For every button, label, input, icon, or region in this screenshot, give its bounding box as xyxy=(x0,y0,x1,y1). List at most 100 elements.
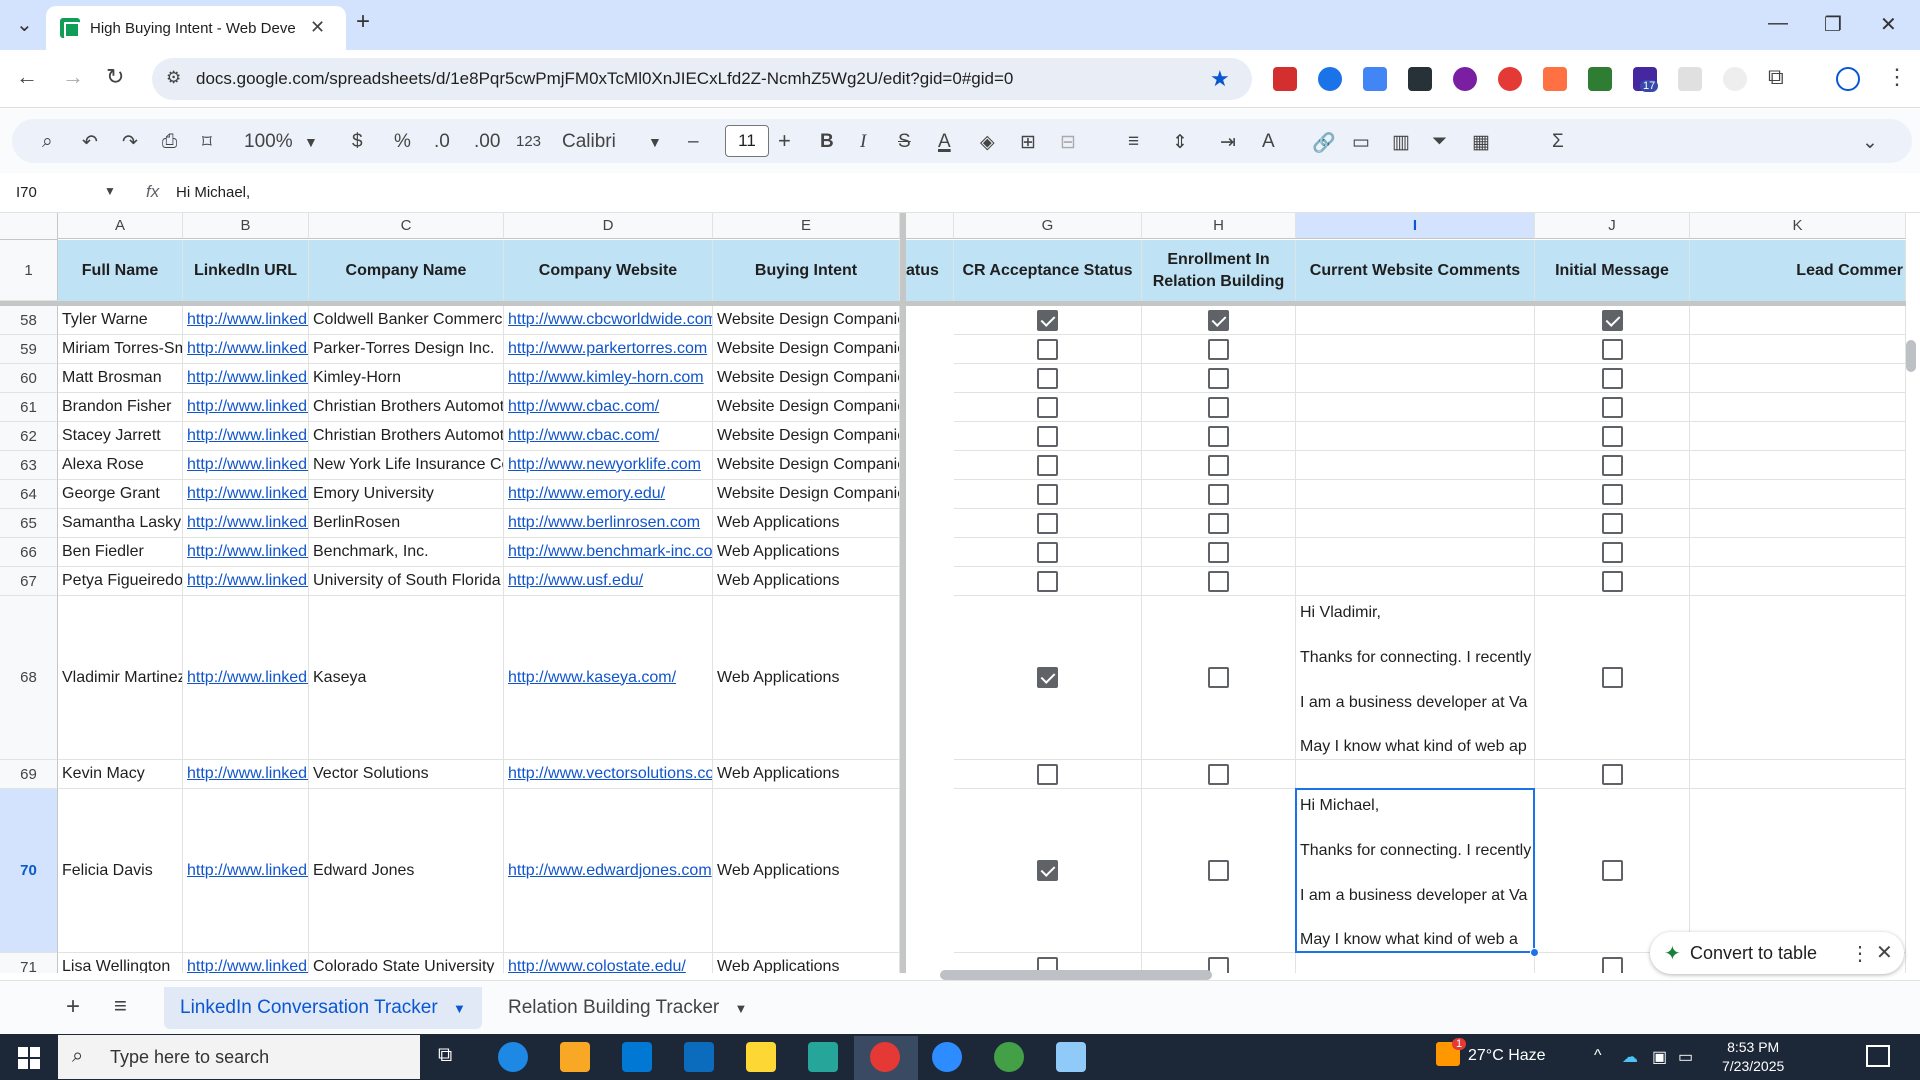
cell-company-website[interactable]: http://www.kimley-horn.com xyxy=(504,364,713,393)
cell-buying-intent[interactable]: Website Design Companies xyxy=(713,451,900,480)
checkbox[interactable] xyxy=(1037,396,1058,418)
new-tab-icon[interactable]: + xyxy=(356,8,370,36)
cell-h[interactable] xyxy=(1142,567,1296,596)
cell-g[interactable] xyxy=(954,789,1142,953)
insert-comment-icon[interactable]: ▭ xyxy=(1352,131,1370,154)
checkbox[interactable] xyxy=(1208,367,1229,389)
more-formats-button[interactable]: 123 xyxy=(516,133,541,150)
row-header-63[interactable]: 63 xyxy=(0,451,58,480)
checkbox[interactable] xyxy=(1208,454,1229,476)
formula-input[interactable]: Hi Michael, xyxy=(176,184,250,201)
notepad-icon[interactable] xyxy=(1056,1042,1086,1072)
extensions-puzzle-icon[interactable]: ⧉ xyxy=(1768,64,1784,90)
strikethrough-button[interactable]: S xyxy=(898,131,911,153)
checkbox[interactable] xyxy=(1601,667,1623,688)
cell-current-website-comments[interactable]: Hi Vladimir, Thanks for connecting. I re… xyxy=(1296,596,1535,760)
cell-g[interactable] xyxy=(954,760,1142,789)
cell-linkedin-url[interactable]: http://www.linkedin.com xyxy=(183,509,309,538)
cell-current-website-comments[interactable] xyxy=(1296,509,1535,538)
checkbox[interactable] xyxy=(1601,396,1623,418)
cell-j[interactable] xyxy=(1535,596,1690,760)
column-header-i[interactable]: I xyxy=(1296,213,1535,239)
onedrive-icon[interactable]: ☁ xyxy=(1622,1047,1638,1067)
checkbox[interactable] xyxy=(1601,860,1623,881)
cell-company-name[interactable]: Benchmark, Inc. xyxy=(309,538,504,567)
cell-company-website[interactable]: http://www.cbac.com/ xyxy=(504,422,713,451)
cell-j[interactable] xyxy=(1535,451,1690,480)
checkbox[interactable] xyxy=(1208,667,1229,688)
row-header-1[interactable]: 1 xyxy=(0,240,58,301)
chrome-icon[interactable] xyxy=(870,1042,900,1072)
camera-extension-icon[interactable] xyxy=(1408,67,1432,91)
zoom-chevron-down-icon[interactable]: ▼ xyxy=(304,134,318,150)
row-header-66[interactable]: 66 xyxy=(0,538,58,567)
cell-h[interactable] xyxy=(1142,538,1296,567)
checkbox[interactable] xyxy=(1208,860,1229,881)
cell-h[interactable] xyxy=(1142,364,1296,393)
checkbox[interactable] xyxy=(1601,425,1623,447)
insert-link-icon[interactable]: 🔗 xyxy=(1312,131,1336,155)
close-window-icon[interactable]: ✕ xyxy=(1880,12,1897,37)
cell-h[interactable] xyxy=(1142,335,1296,364)
column-header-d[interactable]: D xyxy=(504,213,713,239)
cell-h[interactable] xyxy=(1142,393,1296,422)
cell-g[interactable] xyxy=(954,364,1142,393)
horizontal-align-icon[interactable]: ≡ xyxy=(1128,131,1139,153)
cell-linkedin-url[interactable]: http://www.linkedin.com xyxy=(183,760,309,789)
column-header-j[interactable]: J xyxy=(1535,213,1690,239)
cell-full-name[interactable]: Lisa Wellington xyxy=(58,953,183,973)
cell-h[interactable] xyxy=(1142,789,1296,953)
cell-current-website-comments[interactable] xyxy=(1296,567,1535,596)
browser-menu-icon[interactable]: ⋮ xyxy=(1886,64,1908,90)
cell-company-website[interactable]: http://www.vectorsolutions.com xyxy=(504,760,713,789)
checkbox-checked[interactable] xyxy=(1037,860,1058,881)
name-box[interactable]: I70 xyxy=(16,184,37,201)
battery-icon[interactable]: ▭ xyxy=(1678,1047,1693,1067)
cell-company-website[interactable]: http://www.cbac.com/ xyxy=(504,393,713,422)
cell-full-name[interactable]: Brandon Fisher xyxy=(58,393,183,422)
pokeball-extension-icon[interactable] xyxy=(1498,67,1522,91)
checkbox[interactable] xyxy=(1601,338,1623,360)
column-header-b[interactable]: B xyxy=(183,213,309,239)
cell-h[interactable] xyxy=(1142,760,1296,789)
cell-lead-comments[interactable] xyxy=(1690,422,1906,451)
checkbox-checked[interactable] xyxy=(1037,667,1058,688)
cell-g[interactable] xyxy=(954,393,1142,422)
shield-extension-icon[interactable] xyxy=(1318,67,1342,91)
header-cell-a[interactable]: Full Name xyxy=(58,240,183,301)
cell-j[interactable] xyxy=(1535,538,1690,567)
acrobat-extension-icon[interactable] xyxy=(1273,67,1297,91)
name-box-chevron-icon[interactable]: ▼ xyxy=(104,184,116,198)
cell-full-name[interactable]: Vladimir Martinez xyxy=(58,596,183,760)
row-header-69[interactable]: 69 xyxy=(0,760,58,789)
cell-h[interactable] xyxy=(1142,451,1296,480)
font-family-select[interactable]: Calibri xyxy=(562,131,616,153)
cell-j[interactable] xyxy=(1535,567,1690,596)
text-rotation-icon[interactable]: A xyxy=(1262,131,1275,153)
close-tab-icon[interactable]: ✕ xyxy=(310,17,325,38)
hidden-icons-chevron-icon[interactable]: ^ xyxy=(1594,1047,1602,1065)
checkbox[interactable] xyxy=(1037,763,1058,785)
cell-full-name[interactable]: George Grant xyxy=(58,480,183,509)
checkbox[interactable] xyxy=(1208,956,1229,973)
cell-company-name[interactable]: BerlinRosen xyxy=(309,509,504,538)
close-icon[interactable]: ✕ xyxy=(1876,940,1893,965)
cell-linkedin-url[interactable]: http://www.linkedin.com xyxy=(183,953,309,973)
cell-linkedin-url[interactable]: http://www.linkedin.com xyxy=(183,567,309,596)
cell-lead-comments[interactable] xyxy=(1690,789,1906,953)
decrease-decimal-button[interactable]: .0 xyxy=(434,131,450,153)
column-header-h[interactable]: H xyxy=(1142,213,1296,239)
cell-linkedin-url[interactable]: http://www.linkedin.com xyxy=(183,451,309,480)
cell-buying-intent[interactable]: Web Applications xyxy=(713,567,900,596)
sheet-tab-relation-building-tracker[interactable]: Relation Building Tracker ▼ xyxy=(492,987,763,1029)
select-all-corner[interactable] xyxy=(0,213,58,240)
minimize-icon[interactable]: — xyxy=(1768,12,1788,35)
checkbox[interactable] xyxy=(1037,570,1058,592)
cell-company-website[interactable]: http://www.newyorklife.com xyxy=(504,451,713,480)
cell-company-name[interactable]: Kaseya xyxy=(309,596,504,760)
cell-company-website[interactable]: http://www.edwardjones.com xyxy=(504,789,713,953)
checkbox[interactable] xyxy=(1208,483,1229,505)
forward-icon[interactable]: → xyxy=(62,64,84,90)
fill-handle[interactable] xyxy=(1530,948,1539,957)
cell-j[interactable] xyxy=(1535,306,1690,335)
